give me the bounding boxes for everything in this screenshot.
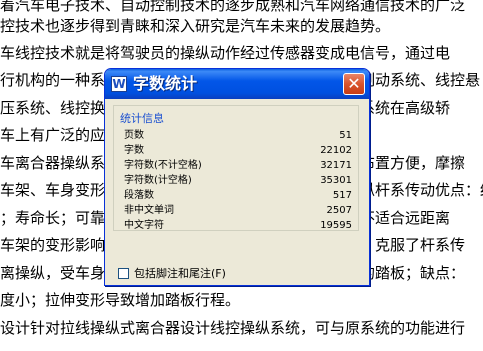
document-line: 着汽车电子技术、自动控制技术的逐步成熟和汽车网络通信技术的广泛: [0, 0, 466, 14]
stat-row-characters-no-spaces: 字符数(不计空格) 32171: [114, 158, 358, 173]
stat-value: 32171: [320, 160, 352, 171]
dialog-titlebar[interactable]: W 字数统计 ✕: [105, 69, 369, 99]
stat-label: 页数: [124, 130, 144, 141]
stat-value: 517: [332, 190, 352, 201]
statistics-group: 统计信息 页数 51 字数 22102 字符数(不计空格) 32171 字符数(…: [113, 105, 359, 231]
stat-label: 字符数(不计空格): [124, 160, 202, 171]
stat-row-chinese-characters: 中文字符 19595: [114, 218, 358, 233]
include-footnotes-checkbox[interactable]: [118, 268, 129, 279]
stat-row-characters-with-spaces: 字符数(计空格) 35301: [114, 173, 358, 188]
document-line: 车线控技术就是将驾驶员的操纵动作经过传感器变成电信号，通过电: [0, 44, 451, 62]
stat-label: 字符数(计空格): [124, 175, 192, 186]
dialog-body: 统计信息 页数 51 字数 22102 字符数(不计空格) 32171 字符数(…: [105, 99, 369, 285]
document-line: 控技术也逐步得到青睐和深入研究是汽车未来的发展趋势。: [0, 17, 391, 35]
close-icon[interactable]: ✕: [343, 73, 365, 95]
word-count-dialog: W 字数统计 ✕ 统计信息 页数 51 字数 22102 字符数(不计空格) 3…: [104, 68, 370, 286]
stat-label: 非中文单词: [124, 205, 174, 216]
stat-value: 51: [339, 130, 352, 141]
document-line: 设计针对拉线操纵式离合器设计线控操纵系统，可与原系统的功能进行: [0, 319, 466, 337]
include-footnotes-label[interactable]: 包括脚注和尾注(F): [134, 267, 226, 281]
statistics-group-title: 统计信息: [120, 112, 164, 125]
document-line: 度小；拉伸变形导致增加踏板行程。: [0, 291, 241, 309]
word-app-icon: W: [111, 76, 127, 92]
stat-row-non-chinese-words: 非中文单词 2507: [114, 203, 358, 218]
dialog-title: 字数统计: [133, 74, 198, 93]
stat-row-paragraphs: 段落数 517: [114, 188, 358, 203]
stat-value: 35301: [320, 175, 352, 186]
stat-value: 22102: [320, 145, 352, 156]
stat-row-pages: 页数 51: [114, 128, 358, 143]
stat-value: 2507: [326, 205, 352, 216]
stat-label: 段落数: [124, 190, 154, 201]
statistics-list: 页数 51 字数 22102 字符数(不计空格) 32171 字符数(计空格) …: [114, 128, 358, 233]
stat-row-words: 字数 22102: [114, 143, 358, 158]
stat-value: 19595: [320, 220, 352, 231]
stat-label: 字数: [124, 145, 144, 156]
stat-label: 中文字符: [124, 220, 164, 231]
